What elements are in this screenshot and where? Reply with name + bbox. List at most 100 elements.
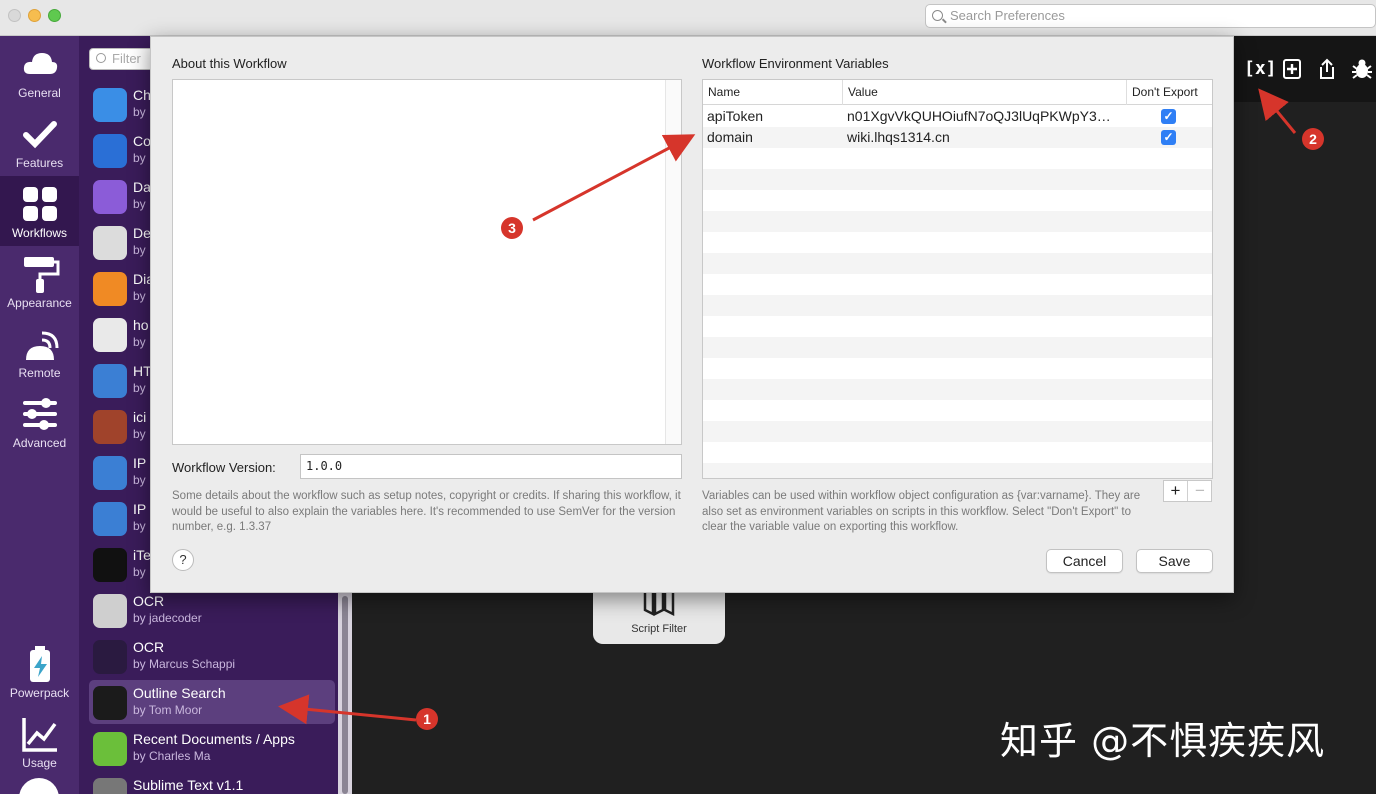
nav-label: Appearance [7, 296, 72, 310]
workflow-author: by [133, 427, 146, 441]
help-button[interactable]: ? [172, 549, 194, 571]
workflow-title: Sublime Text v1.1 [133, 777, 244, 793]
env-vars-table: Name Value Don't Export apiToken n01XgvVk… [702, 79, 1213, 479]
nav-powerpack[interactable]: Powerpack [0, 636, 79, 706]
workflow-icon [93, 410, 127, 444]
workflow-icon [93, 502, 127, 536]
debug-icon[interactable] [1349, 56, 1375, 82]
table-row[interactable]: apiToken n01XgvVkQUHOiufN7oQJ3lUqPKWpY3… ✓ [703, 106, 1212, 127]
nav-label: Advanced [12, 436, 67, 450]
add-icon[interactable] [1279, 56, 1305, 82]
watermark: 知乎 @不惧疾疾风 [1000, 719, 1326, 763]
workflow-list-item[interactable]: OCR by jadecoder [89, 588, 335, 632]
sliders-icon [22, 398, 57, 430]
workflow-author: by [133, 335, 146, 349]
nav-features[interactable]: Features [0, 106, 79, 176]
grid-icon [22, 187, 57, 221]
workflow-author: by [133, 197, 146, 211]
checkmark-icon [22, 121, 57, 149]
table-row-stripe [703, 442, 1212, 463]
search-preferences-input[interactable]: Search Preferences [925, 4, 1376, 28]
workflow-list-item[interactable]: OCR by Marcus Schappi [89, 634, 335, 678]
help-icon[interactable] [19, 778, 59, 794]
about-help-text: Some details about the workflow such as … [172, 490, 681, 533]
table-row-stripe [703, 379, 1212, 400]
workflow-icon [93, 456, 127, 490]
paint-roller-icon [23, 257, 59, 293]
nav-workflows[interactable]: Workflows [0, 176, 79, 246]
workflow-title: Ch [133, 87, 151, 103]
nav-advanced[interactable]: Advanced [0, 386, 79, 456]
workflow-list-item[interactable]: Outline Search by Tom Moor [89, 680, 335, 724]
table-row-stripe [703, 400, 1212, 421]
env-vars-title: Workflow Environment Variables [702, 56, 889, 71]
workflow-icon [93, 226, 127, 260]
search-placeholder: Search Preferences [950, 8, 1065, 23]
table-row[interactable]: domain wiki.lhqs1314.cn ✓ [703, 127, 1212, 148]
remove-variable-button[interactable]: − [1188, 481, 1212, 501]
workflow-configuration-sheet: About this Workflow Workflow Version: 1.… [150, 36, 1234, 593]
canvas-toolbar: [x] [1234, 36, 1376, 102]
workflow-author: by Charles Ma [133, 749, 211, 763]
version-input[interactable]: 1.0.0 [300, 454, 682, 479]
table-row-stripe [703, 337, 1212, 358]
nav-general[interactable]: General [0, 36, 79, 106]
about-scrollbar[interactable] [665, 80, 681, 444]
node-label: Script Filter [631, 623, 687, 635]
workflow-icon [93, 180, 127, 214]
variable-name[interactable]: apiToken [707, 106, 841, 127]
workflow-icon [93, 686, 127, 720]
variable-name[interactable]: domain [707, 127, 841, 148]
vars-help-text: Variables can be used within workflow ob… [702, 490, 1141, 533]
close-window-button[interactable] [8, 9, 21, 22]
table-row-stripe [703, 295, 1212, 316]
nav-label: General [18, 86, 61, 100]
workflow-title: ho [133, 317, 149, 333]
minimize-window-button[interactable] [28, 9, 41, 22]
cloud-icon [23, 53, 57, 74]
annotation-badge-3: 3 [501, 217, 523, 239]
version-label: Workflow Version: [172, 460, 276, 475]
workflow-title: IP [133, 501, 147, 517]
nav-appearance[interactable]: Appearance [0, 246, 79, 316]
column-header-value[interactable]: Value [843, 80, 1127, 105]
zoom-window-button[interactable] [48, 9, 61, 22]
nav-remote[interactable]: Remote [0, 316, 79, 386]
share-icon[interactable] [1314, 56, 1340, 82]
nav-label: Workflows [11, 226, 68, 240]
workflow-author: by Tom Moor [133, 703, 203, 717]
workflow-icon [93, 134, 127, 168]
workflow-author: by [133, 381, 146, 395]
scrollbar-thumb[interactable] [342, 596, 348, 794]
workflow-title: Co [133, 133, 151, 149]
table-row-stripe [703, 358, 1212, 379]
save-button[interactable]: Save [1136, 549, 1213, 573]
dont-export-checkbox[interactable]: ✓ [1161, 109, 1176, 124]
search-icon [932, 10, 943, 21]
workflow-list-item[interactable]: Recent Documents / Apps by Charles Ma [89, 726, 335, 770]
workflow-title: OCR [133, 593, 165, 609]
table-row-stripe [703, 253, 1212, 274]
nav-label: Remote [18, 366, 61, 380]
variable-value[interactable]: wiki.lhqs1314.cn [847, 127, 1123, 148]
workflow-title: De [133, 225, 151, 241]
variables-icon[interactable]: [x] [1244, 56, 1277, 82]
variable-value[interactable]: n01XgvVkQUHOiufN7oQJ3lUqPKWpY3… [847, 106, 1123, 127]
filter-input[interactable]: Filter [89, 48, 159, 70]
workflow-list-item[interactable]: Sublime Text v1.1 [89, 772, 335, 794]
about-title: About this Workflow [172, 56, 287, 71]
nav-usage[interactable]: Usage [0, 706, 79, 776]
about-textarea[interactable] [172, 79, 682, 445]
workflow-title: ici [133, 409, 147, 425]
cancel-button[interactable]: Cancel [1046, 549, 1123, 573]
workflow-title: Outline Search [133, 685, 226, 701]
workflow-author: by [133, 519, 146, 533]
remote-icon [25, 331, 58, 360]
workflow-icon [93, 778, 127, 794]
column-header-dont-export[interactable]: Don't Export [1127, 80, 1212, 105]
preferences-sidebar: General Features Workflows Appearance Re… [0, 36, 79, 794]
column-header-name[interactable]: Name [703, 80, 843, 105]
workflow-icon [93, 272, 127, 306]
dont-export-checkbox[interactable]: ✓ [1161, 130, 1176, 145]
add-variable-button[interactable]: + [1164, 481, 1188, 501]
